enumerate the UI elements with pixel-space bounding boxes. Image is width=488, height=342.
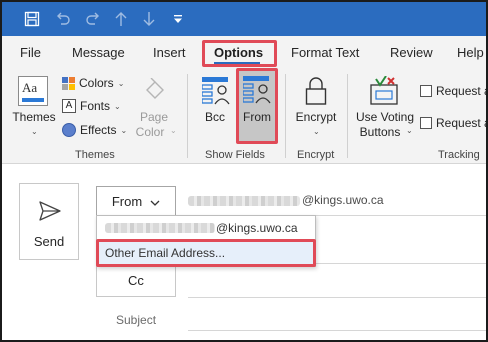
cc-button-label: Cc [128,273,144,288]
from-field-icon [242,76,271,109]
tab-message[interactable]: Message [72,45,125,60]
checkbox-icon [420,117,432,129]
request-read-receipt-checkbox[interactable]: Request a [420,116,488,130]
chevron-down-icon: ⌄ [170,126,177,135]
encrypt-group-label: Encrypt [297,149,335,161]
voting-buttons-button[interactable]: Use Voting Buttons ⌄ [354,74,414,146]
customize-qat-icon[interactable] [168,2,188,36]
account-option[interactable]: @kings.uwo.ca [97,216,315,240]
chevron-down-icon: ⌄ [313,127,320,136]
voting-icon [370,75,400,109]
encrypt-button[interactable]: Encrypt ⌄ [292,74,340,142]
page-color-button[interactable]: Page Color ⌄ [132,74,177,144]
other-email-address-label: Other Email Address... [105,246,226,260]
from-field-button[interactable]: From [238,70,276,142]
group-separator [187,74,188,158]
up-arrow-icon[interactable] [110,2,132,36]
cc-button[interactable]: Cc [96,264,176,297]
from-button-label: From [111,193,143,209]
tab-insert[interactable]: Insert [153,45,186,60]
effects-button[interactable]: Effects ⌄ [62,123,127,137]
fonts-button[interactable]: A Fonts ⌄ [62,99,121,113]
outlook-compose-window: File Message Insert Options Format Text … [0,0,488,342]
request-delivery-receipt-checkbox[interactable]: Request a [420,84,488,98]
colors-label: Colors [79,76,114,90]
tab-help[interactable]: Help [457,45,484,60]
encrypt-label: Encrypt [295,110,337,124]
undo-icon[interactable] [52,2,74,36]
account-address: @kings.uwo.ca [216,221,298,235]
send-label: Send [33,234,65,249]
themes-icon: Aa [18,76,48,106]
subject-label: Subject [116,313,157,327]
redacted-account-name [105,223,215,233]
tracking-group-label: Tracking [438,149,480,161]
chevron-down-icon: ⌄ [117,78,125,88]
tab-options[interactable]: Options [214,45,263,60]
voting-label-2: Buttons [359,125,401,139]
fonts-label: Fonts [80,99,111,113]
chevron-down-icon: ⌄ [31,127,38,136]
from-dropdown-menu: @kings.uwo.ca Other Email Address... [96,215,316,267]
tab-format-text[interactable]: Format Text [291,45,359,60]
page-color-label-1: Page [139,110,169,124]
other-email-address-option[interactable]: Other Email Address... [97,241,315,265]
save-icon[interactable] [20,2,44,36]
send-icon [39,201,61,224]
group-separator [285,74,286,158]
redacted-from-name [188,196,300,206]
send-button[interactable]: Send [19,183,79,260]
voting-label-1: Use Voting [355,110,415,124]
bcc-label: Bcc [204,110,225,124]
colors-icon [62,76,75,90]
themes-button[interactable]: Aa Themes ⌄ [12,74,56,142]
subject-field-line [188,330,486,331]
title-bar [2,2,486,36]
tab-file[interactable]: File [20,45,41,60]
cc-field-line [188,297,486,298]
from-address: @kings.uwo.ca [302,193,384,207]
page-color-label-2: Color [135,125,165,139]
group-separator [347,74,348,158]
fonts-icon: A [62,99,76,113]
colors-button[interactable]: Colors ⌄ [62,76,124,90]
bcc-button[interactable]: Bcc [196,74,234,140]
request-delivery-label: Request a [436,84,488,98]
effects-icon [62,123,76,137]
themes-group-label: Themes [75,149,115,161]
bcc-icon [201,77,230,110]
show-fields-group-label: Show Fields [205,149,265,161]
down-arrow-icon[interactable] [138,2,160,36]
chevron-down-icon: ⌄ [120,125,128,135]
chevron-down-icon: ⌄ [114,101,121,111]
checkbox-icon [420,85,432,97]
tab-review[interactable]: Review [390,45,433,60]
request-read-label: Request a [436,116,488,130]
active-tab-indicator [214,62,260,64]
lock-icon [305,76,327,109]
page-color-icon [144,77,166,105]
chevron-down-icon [150,194,160,209]
chevron-down-icon: ⌄ [406,126,413,135]
themes-label: Themes [12,110,56,124]
effects-label: Effects [80,123,117,137]
from-dropdown-button[interactable]: From [96,186,176,216]
redo-icon[interactable] [82,2,104,36]
from-field-label: From [243,110,271,124]
